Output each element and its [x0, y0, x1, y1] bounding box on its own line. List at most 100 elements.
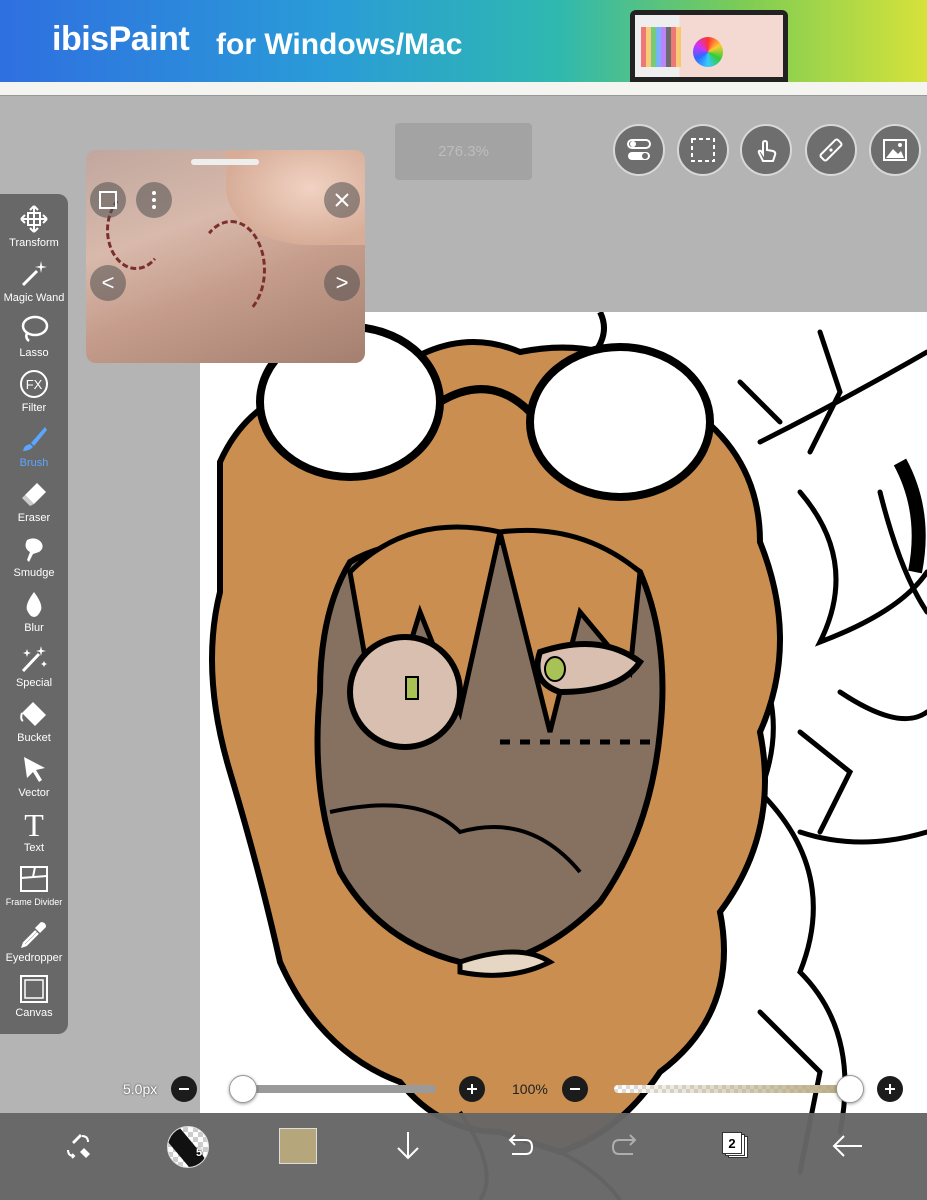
- tool-label: Eraser: [17, 512, 51, 524]
- tool-eraser[interactable]: Eraser: [0, 469, 68, 524]
- ad-banner[interactable]: ibisPaint for Windows/Mac: [0, 0, 927, 82]
- fx-icon: FX: [20, 370, 48, 398]
- selection-button[interactable]: [677, 124, 729, 176]
- opacity-knob[interactable]: [836, 1075, 864, 1103]
- swap-tool-button[interactable]: [55, 1113, 101, 1179]
- plus-icon: [467, 1084, 477, 1094]
- tool-brush[interactable]: Brush: [0, 414, 68, 469]
- reference-close-button[interactable]: [324, 182, 360, 218]
- tool-label: Special: [15, 677, 53, 689]
- brush-size-knob[interactable]: [228, 1075, 257, 1103]
- dashed-square-icon: [691, 138, 715, 162]
- reference-next-button[interactable]: >: [324, 265, 360, 301]
- brush-size-decrease-button[interactable]: [171, 1076, 197, 1102]
- redo-button[interactable]: [604, 1113, 650, 1179]
- tool-bucket[interactable]: Bucket: [0, 689, 68, 744]
- reference-drag-handle[interactable]: [191, 159, 259, 165]
- reference-image-button[interactable]: [869, 124, 921, 176]
- move-down-button[interactable]: [385, 1113, 431, 1179]
- sparkle-wand-icon: [21, 646, 47, 673]
- banner-divider: [0, 82, 927, 96]
- tool-bar: Transform Magic Wand Lasso FX Filter Bru…: [0, 194, 68, 1034]
- opacity-label: 100%: [512, 1081, 548, 1097]
- brush-icon: [23, 427, 47, 451]
- laptop-illustration: [630, 10, 788, 82]
- banner-tagline: for Windows/Mac: [216, 28, 463, 64]
- undo-icon: [508, 1134, 534, 1155]
- close-icon: [335, 193, 349, 207]
- color-swatch-button[interactable]: [279, 1128, 317, 1164]
- tool-blur[interactable]: Blur: [0, 579, 68, 634]
- brush-size-slider[interactable]: [238, 1085, 436, 1093]
- tool-lasso[interactable]: Lasso: [0, 304, 68, 359]
- hand-touch-icon: [757, 139, 777, 162]
- frame-divider-icon: [20, 866, 48, 892]
- tool-transform[interactable]: Transform: [0, 194, 68, 249]
- reference-menu-button[interactable]: [136, 182, 172, 218]
- reference-window[interactable]: < >: [86, 150, 365, 363]
- tool-label: Canvas: [15, 1007, 53, 1019]
- ruler-icon: [819, 138, 843, 162]
- text-icon: T: [24, 809, 44, 839]
- reference-prev-button[interactable]: <: [90, 265, 126, 301]
- smudge-icon: [25, 538, 43, 562]
- magic-wand-icon: [21, 261, 47, 287]
- opacity-increase-button[interactable]: [877, 1076, 903, 1102]
- artwork: [209, 312, 927, 1200]
- brush-size-label: 5.0px: [123, 1081, 158, 1097]
- tool-text[interactable]: T Text: [0, 799, 68, 854]
- redo-icon: [611, 1134, 637, 1155]
- minus-icon: [179, 1088, 189, 1090]
- chevron-right-icon: >: [335, 270, 349, 295]
- bottom-toolbar: [0, 1113, 927, 1200]
- tool-magic-wand[interactable]: Magic Wand: [0, 249, 68, 304]
- tool-label: Brush: [19, 457, 49, 469]
- cursor-icon: [24, 757, 45, 782]
- tool-canvas[interactable]: Canvas: [0, 964, 68, 1019]
- eraser-icon: [22, 483, 46, 506]
- tool-label: Eyedropper: [5, 952, 63, 964]
- tool-label: Vector: [18, 787, 50, 799]
- reference-square-button[interactable]: [90, 182, 126, 218]
- back-button[interactable]: [825, 1113, 871, 1179]
- tool-filter[interactable]: FX Filter: [0, 359, 68, 414]
- tool-label: Frame Divider: [5, 897, 63, 907]
- image-icon: [883, 139, 907, 161]
- brush-selector-button[interactable]: [167, 1126, 209, 1168]
- bucket-icon: [20, 702, 46, 726]
- layers-button[interactable]: 2: [722, 1132, 748, 1158]
- move-arrows-icon: [20, 205, 48, 233]
- svg-text:T: T: [24, 809, 44, 839]
- opacity-decrease-button[interactable]: [562, 1076, 588, 1102]
- tool-smudge[interactable]: Smudge: [0, 524, 68, 579]
- square-icon: [99, 191, 117, 209]
- zoom-readout: 276.3%: [395, 123, 532, 180]
- tool-vector[interactable]: Vector: [0, 744, 68, 799]
- tool-eyedropper[interactable]: Eyedropper: [0, 909, 68, 964]
- tool-label: Lasso: [19, 347, 49, 359]
- more-vertical-icon: [152, 191, 156, 209]
- touch-button[interactable]: [740, 124, 792, 176]
- droplet-icon: [26, 592, 42, 617]
- tool-frame-divider[interactable]: Frame Divider: [0, 854, 68, 909]
- svg-text:FX: FX: [26, 377, 43, 392]
- eyedropper-icon: [21, 922, 46, 948]
- brush-size-increase-button[interactable]: [459, 1076, 485, 1102]
- tool-label: Magic Wand: [3, 292, 65, 304]
- tool-special[interactable]: Special: [0, 634, 68, 689]
- ibispaint-logo: ibisPaint: [52, 20, 190, 59]
- arrow-down-icon: [397, 1132, 419, 1160]
- tool-label: Filter: [21, 402, 47, 414]
- quick-settings-button[interactable]: [613, 124, 665, 176]
- drawing-canvas[interactable]: [200, 312, 927, 1200]
- tool-label: Smudge: [13, 567, 55, 579]
- lasso-icon: [21, 315, 49, 342]
- tool-label: Blur: [24, 622, 44, 634]
- undo-button[interactable]: [495, 1113, 541, 1179]
- chevron-left-icon: <: [101, 270, 115, 295]
- plus-icon: [885, 1084, 895, 1094]
- brand-name: ibisPaint: [52, 20, 190, 58]
- ruler-button[interactable]: [805, 124, 857, 176]
- minus-icon: [570, 1088, 580, 1090]
- opacity-slider[interactable]: [614, 1085, 860, 1093]
